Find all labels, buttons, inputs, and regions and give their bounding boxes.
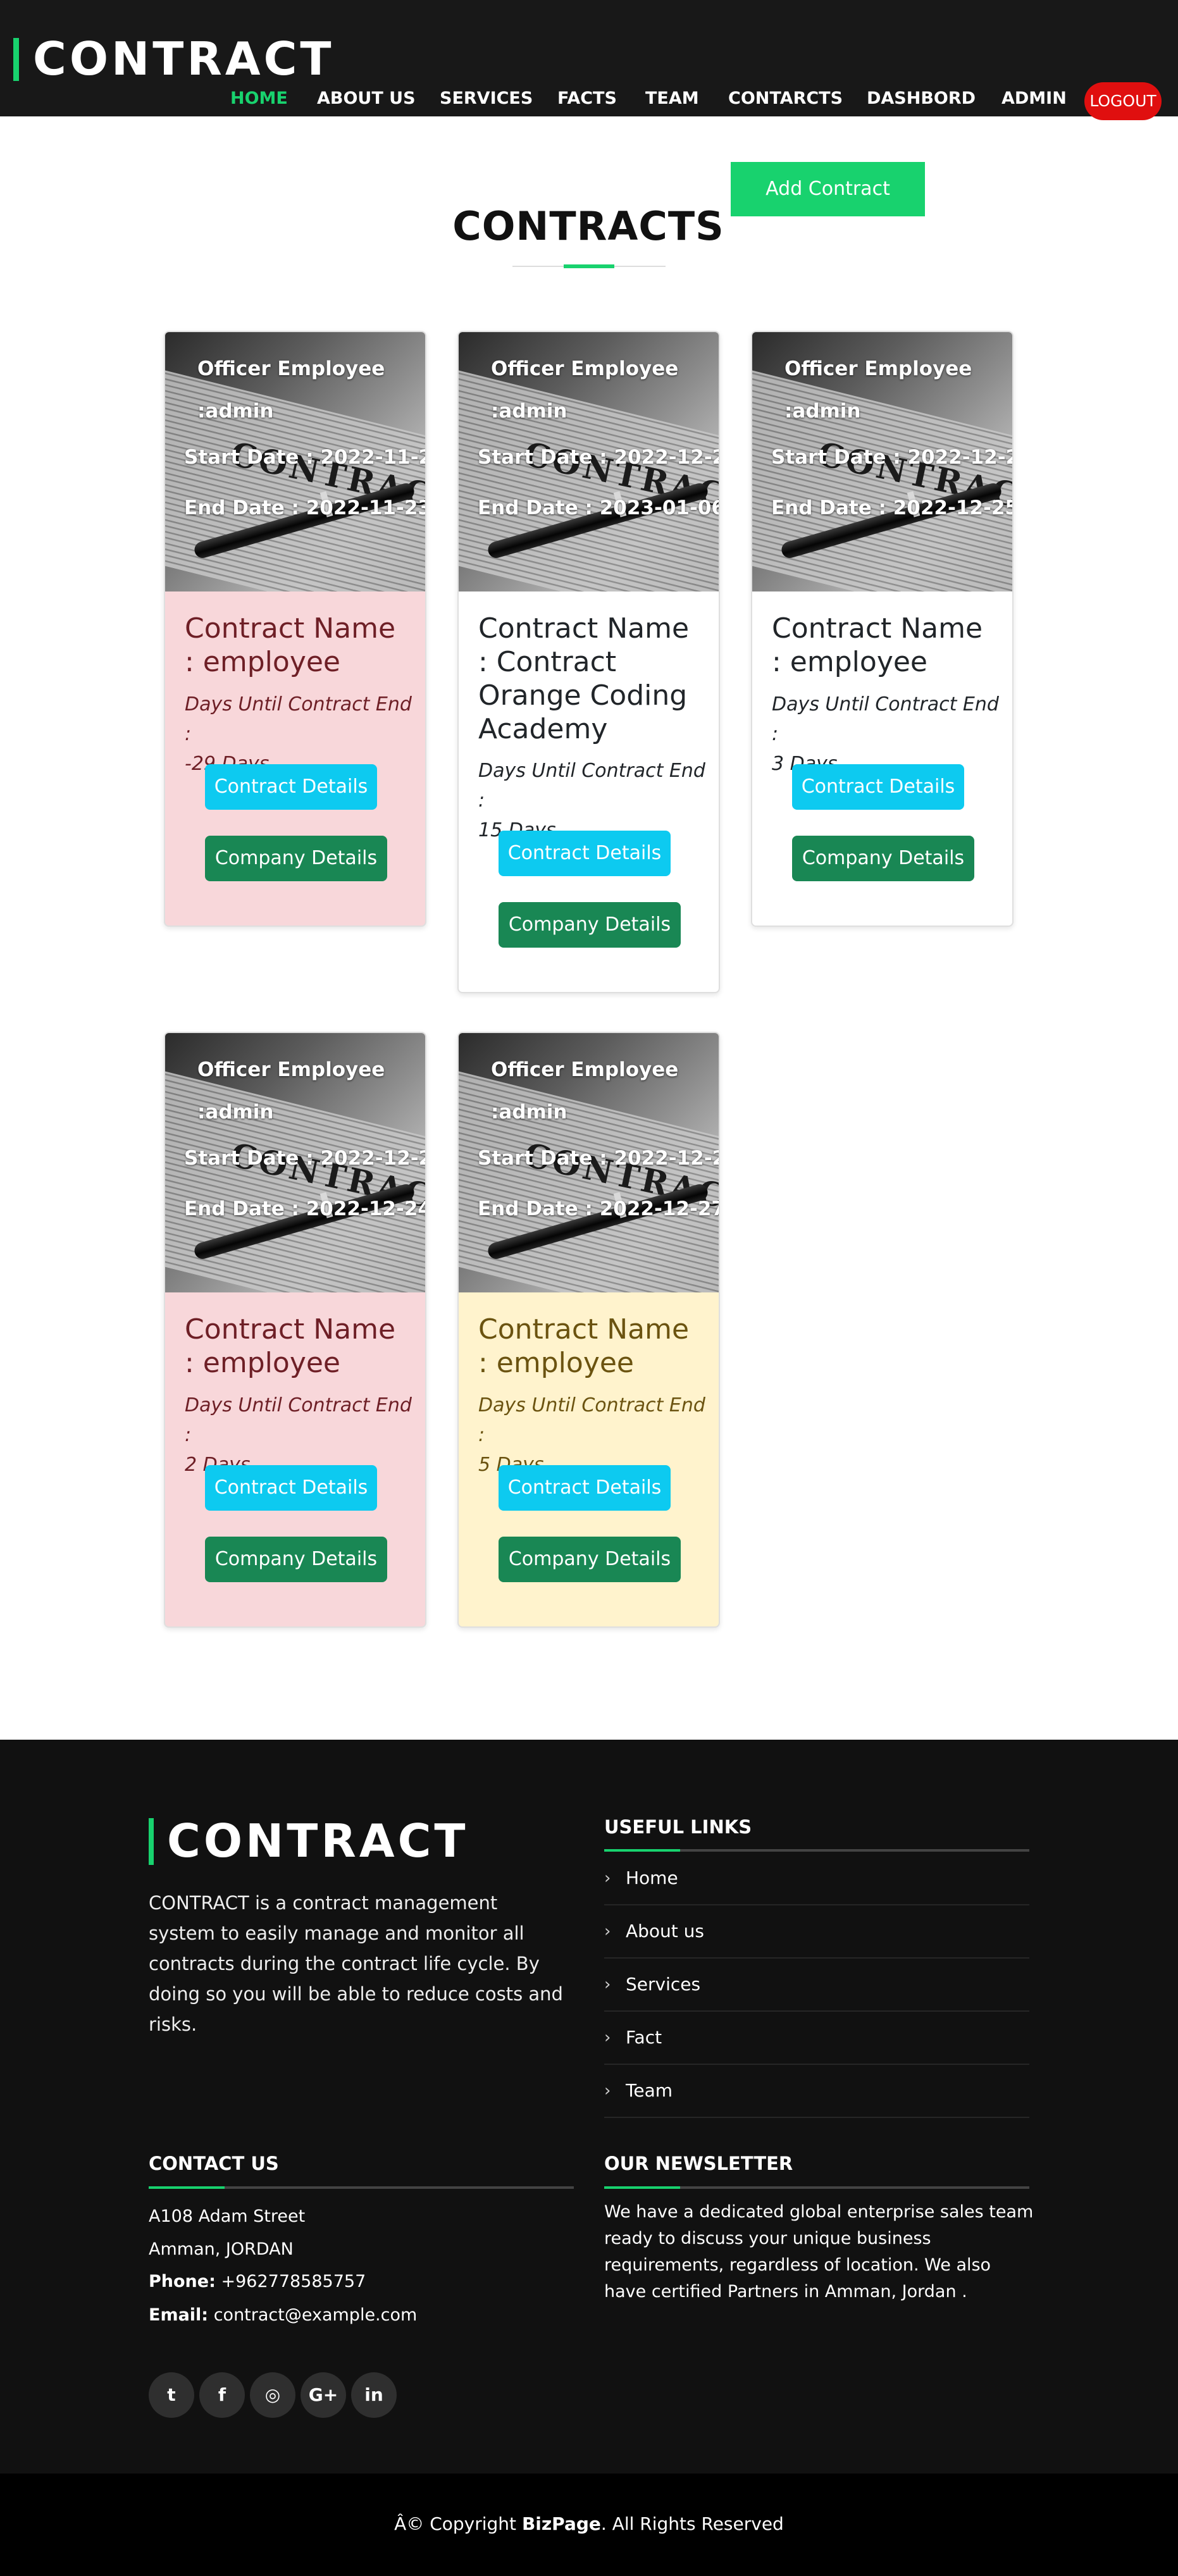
end-date: End Date : 2022-12-24	[184, 1198, 425, 1220]
nav-home[interactable]: HOME	[230, 85, 288, 113]
newsletter-heading: OUR NEWSLETTER	[604, 2153, 793, 2174]
logo-accent-bar	[13, 38, 19, 81]
instagram-icon[interactable]: ◎	[250, 2372, 295, 2418]
phone-line: Phone: +962778585757	[149, 2272, 366, 2291]
end-date: End Date : 2022-12-25	[771, 497, 1012, 519]
newsletter-text: We have a dedicated global enterprise sa…	[604, 2202, 1034, 2301]
start-date: Start Date : 2022-12-21	[184, 1147, 425, 1170]
officer-name: :admin	[491, 400, 567, 423]
chevron-right-icon: ›	[604, 1922, 611, 1941]
copyright-bar: Â© Copyright BizPage. All Rights Reserve…	[0, 2474, 1178, 2576]
contract-name: Contract Name : employee	[185, 612, 396, 678]
logout-button[interactable]: LOGOUT	[1084, 82, 1162, 120]
nav-services[interactable]: SERVICES	[440, 85, 533, 113]
contract-name: Contract Name : employee	[185, 1313, 396, 1379]
start-date: Start Date : 2022-11-20	[184, 446, 425, 469]
chevron-right-icon: ›	[604, 1975, 611, 1994]
company-details-button[interactable]: Company Details	[499, 902, 681, 948]
chevron-right-icon: ›	[604, 2028, 611, 2047]
start-date: Start Date : 2022-12-21	[478, 1147, 719, 1170]
linkedin-icon[interactable]: in	[351, 2372, 397, 2418]
footer-logo: CONTRACT	[167, 1814, 469, 1867]
contract-details-button[interactable]: Contract Details	[205, 1465, 377, 1511]
officer-name: :admin	[197, 400, 274, 423]
nav-contracts[interactable]: CONTARCTS	[728, 85, 843, 113]
site-logo[interactable]: CONTRACT	[33, 30, 335, 87]
contract-image: CONTRACT Officer Employee :admin Start D…	[459, 332, 719, 591]
officer-name: :admin	[784, 400, 861, 423]
nav-dashboard[interactable]: DASHBORD	[867, 85, 976, 113]
contract-card: CONTRACT Officer Employee :admin Start D…	[751, 331, 1014, 927]
company-details-button[interactable]: Company Details	[792, 836, 974, 881]
officer-label: Officer Employee	[197, 357, 385, 380]
site-footer: CONTRACT CONTRACT is a contract manageme…	[0, 1740, 1178, 2474]
company-details-button[interactable]: Company Details	[499, 1537, 681, 1582]
title-divider-accent	[564, 264, 614, 268]
footer-about-text: CONTRACT is a contract management system…	[149, 1892, 563, 2035]
officer-label: Officer Employee	[197, 1058, 385, 1081]
contract-image: CONTRACT Officer Employee :admin Start D…	[459, 1033, 719, 1292]
nav-facts[interactable]: FACTS	[557, 85, 617, 113]
contract-details-button[interactable]: Contract Details	[499, 1465, 671, 1511]
footer-logo-accent-bar	[149, 1818, 154, 1865]
page-title: CONTRACTS	[452, 203, 724, 249]
footer-link-fact[interactable]: › Fact	[604, 2012, 1029, 2065]
google-plus-icon[interactable]: G+	[301, 2372, 346, 2418]
facebook-icon[interactable]: f	[199, 2372, 245, 2418]
contract-name: Contract Name : Contract Orange Coding A…	[478, 612, 690, 745]
contract-name: Contract Name : employee	[478, 1313, 690, 1379]
officer-name: :admin	[197, 1101, 274, 1124]
officer-label: Officer Employee	[784, 357, 972, 380]
contract-image: CONTRACT Officer Employee :admin Start D…	[165, 1033, 425, 1292]
contract-details-button[interactable]: Contract Details	[792, 764, 964, 810]
contract-image: CONTRACT Officer Employee :admin Start D…	[752, 332, 1012, 591]
footer-link-home[interactable]: › Home	[604, 1852, 1029, 1905]
contract-card: CONTRACT Officer Employee :admin Start D…	[457, 1032, 720, 1628]
footer-link-about[interactable]: › About us	[604, 1905, 1029, 1959]
chevron-right-icon: ›	[604, 1869, 611, 1888]
start-date: Start Date : 2022-12-21	[478, 446, 719, 469]
end-date: End Date : 2023-01-06	[478, 497, 719, 519]
contract-card: CONTRACT Officer Employee :admin Start D…	[457, 331, 720, 993]
start-date: Start Date : 2022-12-22	[771, 446, 1012, 469]
contract-card: CONTRACT Officer Employee :admin Start D…	[164, 331, 426, 927]
chevron-right-icon: ›	[604, 2081, 611, 2100]
site-header: CONTRACT HOME ABOUT US SERVICES FACTS TE…	[0, 0, 1178, 120]
end-date: End Date : 2022-11-23	[184, 497, 425, 519]
end-date: End Date : 2022-12-27	[478, 1198, 719, 1220]
officer-label: Officer Employee	[491, 357, 679, 380]
officer-name: :admin	[491, 1101, 567, 1124]
company-details-button[interactable]: Company Details	[205, 836, 387, 881]
contact-heading: CONTACT US	[149, 2153, 279, 2174]
officer-label: Officer Employee	[491, 1058, 679, 1081]
nav-team[interactable]: TEAM	[645, 85, 699, 113]
twitter-icon[interactable]: t	[149, 2372, 194, 2418]
address-line-2: Amman, JORDAN	[149, 2239, 294, 2259]
contract-name: Contract Name : employee	[772, 612, 983, 678]
footer-link-team[interactable]: › Team	[604, 2065, 1029, 2118]
contract-details-button[interactable]: Contract Details	[499, 831, 671, 876]
add-contract-button[interactable]: Add Contract	[731, 162, 925, 216]
contract-details-button[interactable]: Contract Details	[205, 764, 377, 810]
contract-image: CONTRACT Officer Employee :admin Start D…	[165, 332, 425, 591]
footer-link-services[interactable]: › Services	[604, 1959, 1029, 2012]
main-nav: HOME ABOUT US SERVICES FACTS TEAM CONTAR…	[0, 85, 1178, 113]
nav-admin[interactable]: ADMIN	[1001, 85, 1067, 113]
email-line: Email: contract@example.com	[149, 2305, 418, 2325]
copyright-text: Â© Copyright BizPage. All Rights Reserve…	[394, 2513, 784, 2534]
contract-card: CONTRACT Officer Employee :admin Start D…	[164, 1032, 426, 1628]
nav-about-us[interactable]: ABOUT US	[317, 85, 416, 113]
useful-links-heading: USEFUL LINKS	[604, 1816, 752, 1838]
address-line-1: A108 Adam Street	[149, 2207, 306, 2226]
company-details-button[interactable]: Company Details	[205, 1537, 387, 1582]
